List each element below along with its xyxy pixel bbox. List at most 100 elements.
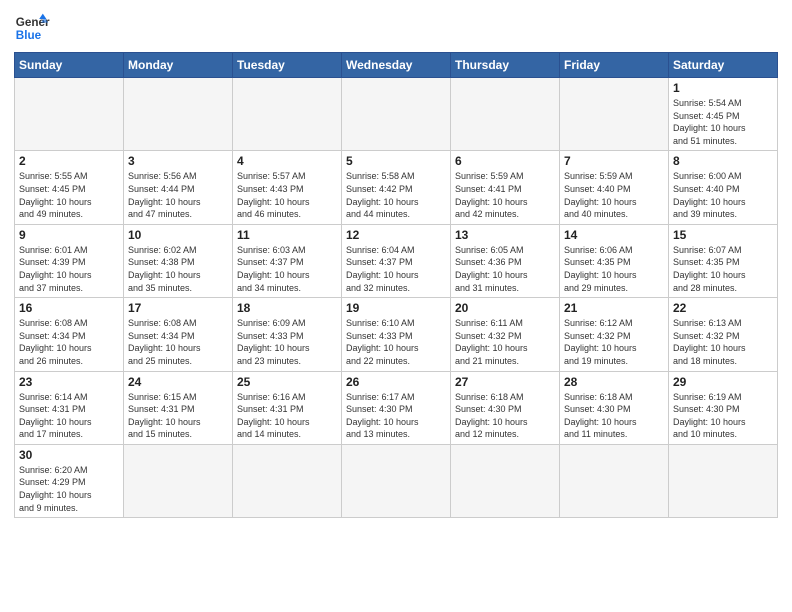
day-info: Sunrise: 6:05 AM Sunset: 4:36 PM Dayligh… (455, 244, 555, 294)
week-row-1: 1 Sunrise: 5:54 AM Sunset: 4:45 PM Daylig… (15, 78, 778, 151)
day-info: Sunrise: 5:57 AM Sunset: 4:43 PM Dayligh… (237, 170, 337, 220)
logo-icon: General Blue (14, 10, 50, 46)
day-cell: 10Sunrise: 6:02 AM Sunset: 4:38 PM Dayli… (124, 224, 233, 297)
day-cell: 2Sunrise: 5:55 AM Sunset: 4:45 PM Daylig… (15, 151, 124, 224)
day-cell: 20Sunrise: 6:11 AM Sunset: 4:32 PM Dayli… (451, 298, 560, 371)
day-cell (451, 78, 560, 151)
day-number: 5 (346, 154, 446, 168)
day-info: Sunrise: 6:08 AM Sunset: 4:34 PM Dayligh… (19, 317, 119, 367)
day-info: Sunrise: 6:06 AM Sunset: 4:35 PM Dayligh… (564, 244, 664, 294)
day-cell: 13 Sunrise: 6:05 AM Sunset: 4:36 PM Dayli… (451, 224, 560, 297)
day-info: Sunrise: 6:20 AM Sunset: 4:29 PM Dayligh… (19, 464, 119, 514)
day-number: 18 (237, 301, 337, 315)
day-info: Sunrise: 5:56 AM Sunset: 4:44 PM Dayligh… (128, 170, 228, 220)
day-info: Sunrise: 6:18 AM Sunset: 4:30 PM Dayligh… (455, 391, 555, 441)
day-number: 11 (237, 228, 337, 242)
day-number: 8 (673, 154, 773, 168)
day-cell (560, 78, 669, 151)
day-number: 3 (128, 154, 228, 168)
day-info: Sunrise: 6:07 AM Sunset: 4:35 PM Dayligh… (673, 244, 773, 294)
day-number: 28 (564, 375, 664, 389)
day-number: 29 (673, 375, 773, 389)
day-number: 20 (455, 301, 555, 315)
logo: General Blue (14, 10, 50, 46)
day-cell (451, 444, 560, 517)
day-cell: 23Sunrise: 6:14 AM Sunset: 4:31 PM Dayli… (15, 371, 124, 444)
weekday-header-row: SundayMondayTuesdayWednesdayThursdayFrid… (15, 53, 778, 78)
day-info: Sunrise: 5:55 AM Sunset: 4:45 PM Dayligh… (19, 170, 119, 220)
day-cell: 9Sunrise: 6:01 AM Sunset: 4:39 PM Daylig… (15, 224, 124, 297)
day-cell: 27Sunrise: 6:18 AM Sunset: 4:30 PM Dayli… (451, 371, 560, 444)
day-cell: 24 Sunrise: 6:15 AM Sunset: 4:31 PM Dayli… (124, 371, 233, 444)
day-info: Sunrise: 6:10 AM Sunset: 4:33 PM Dayligh… (346, 317, 446, 367)
day-info: Sunrise: 6:15 AM Sunset: 4:31 PM Dayligh… (128, 391, 228, 441)
day-cell: 11 Sunrise: 6:03 AM Sunset: 4:37 PM Dayli… (233, 224, 342, 297)
week-row-5: 23Sunrise: 6:14 AM Sunset: 4:31 PM Dayli… (15, 371, 778, 444)
day-number: 23 (19, 375, 119, 389)
day-info: Sunrise: 6:09 AM Sunset: 4:33 PM Dayligh… (237, 317, 337, 367)
day-number: 6 (455, 154, 555, 168)
day-number: 30 (19, 448, 119, 462)
day-cell: 6Sunrise: 5:59 AM Sunset: 4:41 PM Daylig… (451, 151, 560, 224)
day-number: 1 (673, 81, 773, 95)
day-number: 16 (19, 301, 119, 315)
day-cell (124, 444, 233, 517)
day-cell: 1 Sunrise: 5:54 AM Sunset: 4:45 PM Daylig… (669, 78, 778, 151)
day-number: 24 (128, 375, 228, 389)
day-info: Sunrise: 6:08 AM Sunset: 4:34 PM Dayligh… (128, 317, 228, 367)
day-number: 13 (455, 228, 555, 242)
weekday-header-wednesday: Wednesday (342, 53, 451, 78)
day-info: Sunrise: 6:03 AM Sunset: 4:37 PM Dayligh… (237, 244, 337, 294)
day-cell (342, 444, 451, 517)
day-info: Sunrise: 5:54 AM Sunset: 4:45 PM Dayligh… (673, 97, 773, 147)
calendar: SundayMondayTuesdayWednesdayThursdayFrid… (14, 52, 778, 518)
day-cell (124, 78, 233, 151)
svg-text:Blue: Blue (16, 29, 42, 42)
day-info: Sunrise: 6:18 AM Sunset: 4:30 PM Dayligh… (564, 391, 664, 441)
day-cell: 16 Sunrise: 6:08 AM Sunset: 4:34 PM Dayli… (15, 298, 124, 371)
day-number: 26 (346, 375, 446, 389)
day-number: 19 (346, 301, 446, 315)
day-cell: 30 Sunrise: 6:20 AM Sunset: 4:29 PM Dayli… (15, 444, 124, 517)
day-cell: 3 Sunrise: 5:56 AM Sunset: 4:44 PM Daylig… (124, 151, 233, 224)
day-cell: 5 Sunrise: 5:58 AM Sunset: 4:42 PM Daylig… (342, 151, 451, 224)
week-row-3: 9Sunrise: 6:01 AM Sunset: 4:39 PM Daylig… (15, 224, 778, 297)
day-cell (669, 444, 778, 517)
weekday-header-tuesday: Tuesday (233, 53, 342, 78)
day-info: Sunrise: 6:00 AM Sunset: 4:40 PM Dayligh… (673, 170, 773, 220)
day-info: Sunrise: 5:59 AM Sunset: 4:40 PM Dayligh… (564, 170, 664, 220)
weekday-header-sunday: Sunday (15, 53, 124, 78)
day-number: 7 (564, 154, 664, 168)
day-number: 22 (673, 301, 773, 315)
header: General Blue (14, 10, 778, 46)
day-number: 21 (564, 301, 664, 315)
day-cell: 29 Sunrise: 6:19 AM Sunset: 4:30 PM Dayli… (669, 371, 778, 444)
day-cell: 25 Sunrise: 6:16 AM Sunset: 4:31 PM Dayli… (233, 371, 342, 444)
day-info: Sunrise: 6:19 AM Sunset: 4:30 PM Dayligh… (673, 391, 773, 441)
day-number: 15 (673, 228, 773, 242)
week-row-4: 16 Sunrise: 6:08 AM Sunset: 4:34 PM Dayli… (15, 298, 778, 371)
day-cell: 19 Sunrise: 6:10 AM Sunset: 4:33 PM Dayli… (342, 298, 451, 371)
day-cell: 8 Sunrise: 6:00 AM Sunset: 4:40 PM Daylig… (669, 151, 778, 224)
day-cell: 14Sunrise: 6:06 AM Sunset: 4:35 PM Dayli… (560, 224, 669, 297)
day-info: Sunrise: 6:16 AM Sunset: 4:31 PM Dayligh… (237, 391, 337, 441)
day-cell: 4 Sunrise: 5:57 AM Sunset: 4:43 PM Daylig… (233, 151, 342, 224)
page: General Blue SundayMondayTuesdayWednesda… (0, 0, 792, 612)
day-cell: 28 Sunrise: 6:18 AM Sunset: 4:30 PM Dayli… (560, 371, 669, 444)
week-row-6: 30 Sunrise: 6:20 AM Sunset: 4:29 PM Dayli… (15, 444, 778, 517)
day-cell: 7 Sunrise: 5:59 AM Sunset: 4:40 PM Daylig… (560, 151, 669, 224)
day-number: 17 (128, 301, 228, 315)
day-info: Sunrise: 6:13 AM Sunset: 4:32 PM Dayligh… (673, 317, 773, 367)
day-info: Sunrise: 5:58 AM Sunset: 4:42 PM Dayligh… (346, 170, 446, 220)
day-cell (342, 78, 451, 151)
day-cell: 18 Sunrise: 6:09 AM Sunset: 4:33 PM Dayli… (233, 298, 342, 371)
weekday-header-thursday: Thursday (451, 53, 560, 78)
day-info: Sunrise: 6:17 AM Sunset: 4:30 PM Dayligh… (346, 391, 446, 441)
day-cell (233, 444, 342, 517)
day-number: 4 (237, 154, 337, 168)
day-number: 10 (128, 228, 228, 242)
day-cell: 12Sunrise: 6:04 AM Sunset: 4:37 PM Dayli… (342, 224, 451, 297)
day-cell (233, 78, 342, 151)
day-number: 25 (237, 375, 337, 389)
day-cell: 17 Sunrise: 6:08 AM Sunset: 4:34 PM Dayli… (124, 298, 233, 371)
